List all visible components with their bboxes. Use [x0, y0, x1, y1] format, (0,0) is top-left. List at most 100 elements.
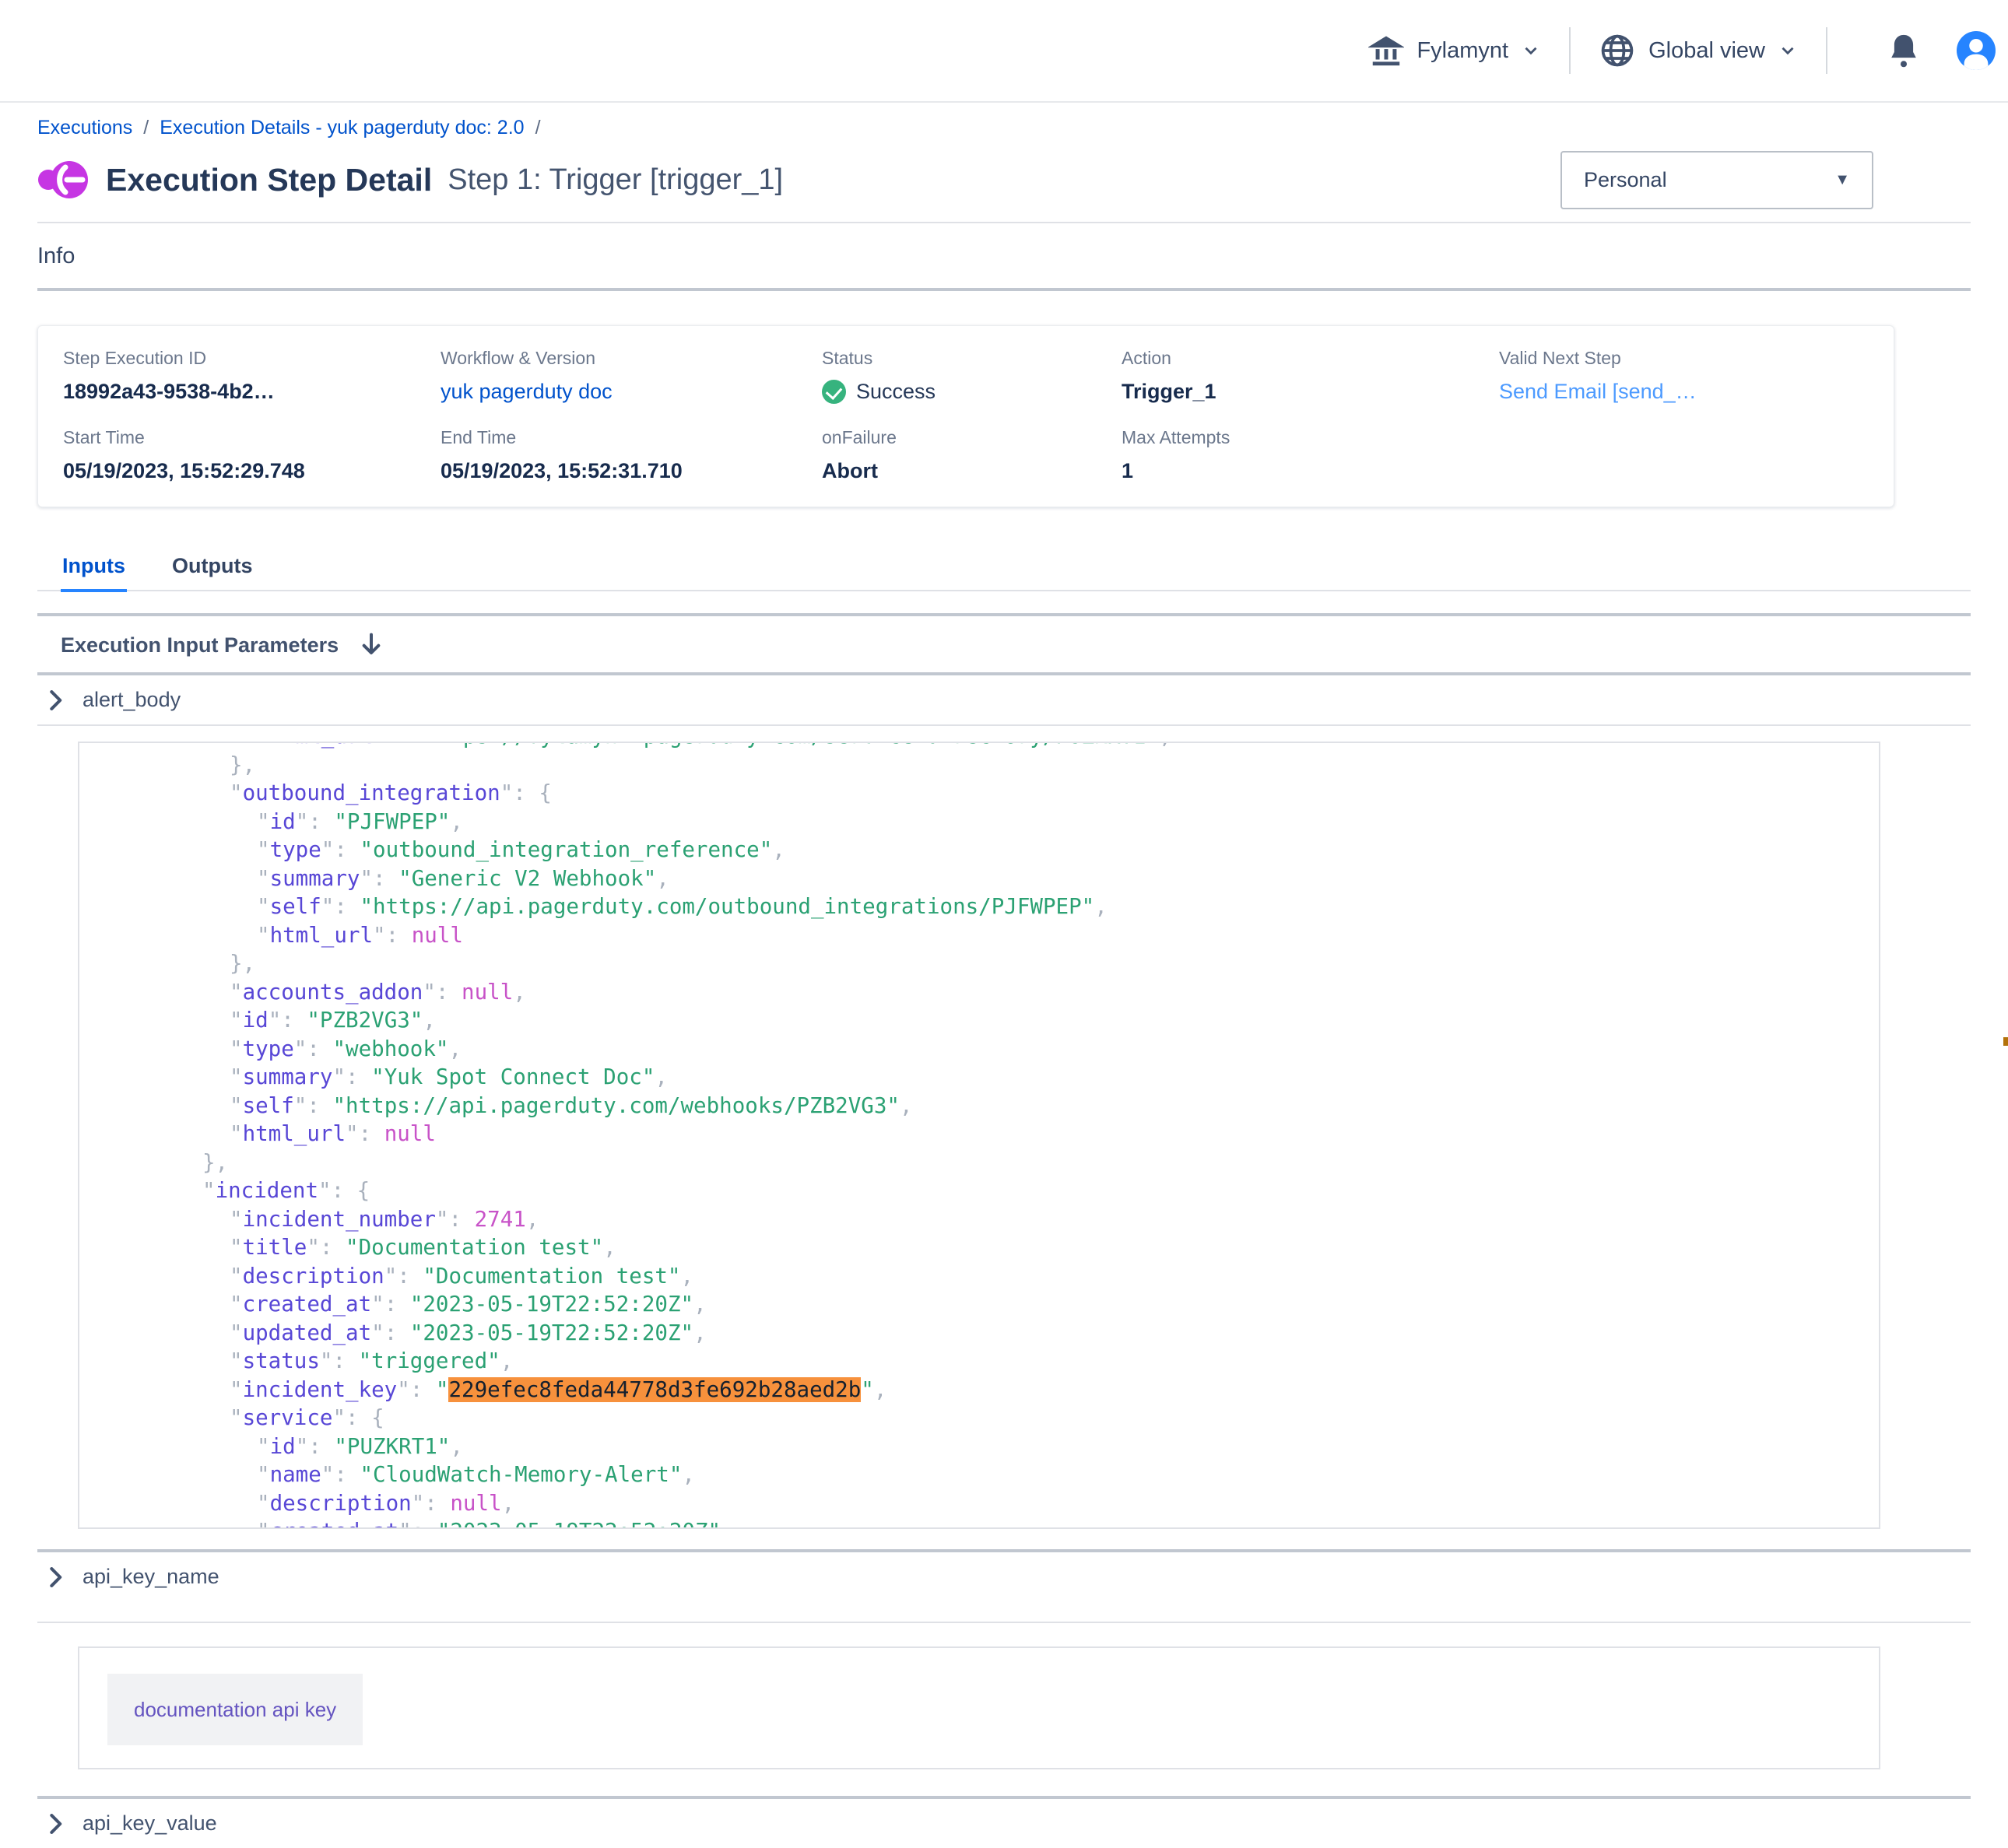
- code-token: "Yuk Spot Connect Doc": [371, 1064, 655, 1089]
- scope-select[interactable]: Personal ▼: [1560, 151, 1873, 209]
- code-token: name: [270, 1462, 321, 1487]
- globe-icon: [1599, 32, 1636, 69]
- code-token: incident_number: [243, 1207, 436, 1232]
- code-token: },: [230, 951, 255, 976]
- code-token: ": [257, 809, 270, 834]
- breadcrumb-link[interactable]: Execution Details - yuk pagerduty doc: 2…: [160, 117, 524, 139]
- code-token: "2023-05-19T22:52:20Z": [410, 1292, 693, 1317]
- tab-outputs[interactable]: Outputs: [170, 554, 254, 590]
- user-avatar[interactable]: [1957, 31, 1996, 70]
- tab-inputs[interactable]: Inputs: [61, 554, 127, 592]
- code-line: "accounts_addon": null,: [100, 978, 1879, 1007]
- alert-body-json-viewer[interactable]: " html_url ": "https://fylamynt.pagerduty.…: [78, 742, 1880, 1529]
- chevron-down-icon: [1521, 40, 1541, 61]
- code-token: ": [230, 1292, 243, 1317]
- api-key-name-chip[interactable]: documentation api key: [107, 1674, 363, 1745]
- code-token: "https://api.pagerduty.com/webhooks/PZB2…: [332, 1093, 899, 1118]
- status-text: Success: [856, 380, 936, 404]
- field-value: Success: [822, 380, 1122, 404]
- code-line: "incident": {: [100, 1176, 1879, 1205]
- code-token: ,: [1159, 742, 1172, 749]
- code-token: html_url: [270, 742, 373, 749]
- code-token: ":: [307, 1235, 346, 1260]
- code-token: type: [270, 837, 321, 862]
- code-token: ,: [423, 1008, 436, 1033]
- code-token: outbound_integration: [243, 780, 500, 805]
- code-token: ,: [502, 1491, 515, 1516]
- code-token: ": [230, 1264, 243, 1289]
- topbar-divider: [1826, 27, 1827, 74]
- code-token: "PUZKRT1": [334, 1434, 450, 1459]
- field-label: Action: [1122, 348, 1499, 369]
- code-line: "type": "webhook",: [100, 1035, 1879, 1064]
- code-token: incident_key: [243, 1377, 398, 1402]
- field-label: Max Attempts: [1122, 427, 1499, 448]
- field-value[interactable]: yuk pagerduty doc: [441, 380, 822, 404]
- code-token: ":: [412, 1491, 451, 1516]
- code-token: ":: [269, 1008, 307, 1033]
- section-api-key-name[interactable]: api_key_name: [37, 1559, 1971, 1598]
- info-field: Workflow & Versionyuk pagerduty doc: [441, 348, 822, 404]
- code-line: "self": "https://api.pagerduty.com/outbo…: [100, 892, 1879, 921]
- code-token: updated_at: [243, 1320, 372, 1345]
- breadcrumb-separator: /: [535, 117, 541, 139]
- field-label: onFailure: [822, 427, 1122, 448]
- code-token: ": {: [318, 1178, 370, 1203]
- code-line: },: [100, 949, 1879, 978]
- code-token: ":: [346, 1121, 384, 1146]
- code-token: ":: [320, 1348, 359, 1373]
- code-token: ,: [681, 1264, 694, 1289]
- code-token: ": {: [500, 780, 552, 805]
- code-token: summary: [270, 866, 360, 891]
- code-token: id: [243, 1008, 269, 1033]
- info-field: Start Time05/19/2023, 15:52:29.748: [63, 427, 441, 483]
- page-header: Execution Step Detail Step 1: Trigger [t…: [37, 149, 1971, 211]
- code-line: "created_at": "2023-05-19T22:52:20Z",: [100, 1517, 1879, 1529]
- chevron-right-icon: [47, 1813, 64, 1835]
- code-token: ":: [397, 1377, 436, 1402]
- code-line: },: [100, 751, 1879, 780]
- chevron-down-icon: [1778, 40, 1798, 61]
- code-token: "https://fylamynt.pagerduty.com/service-…: [412, 742, 1159, 749]
- code-token: ,: [450, 1434, 463, 1459]
- code-token: ,: [693, 1292, 707, 1317]
- section-label: api_key_name: [82, 1565, 219, 1589]
- field-value: 18992a43-9538-4b2…: [63, 380, 441, 404]
- download-arrow-icon[interactable]: [359, 631, 384, 659]
- divider: [37, 1549, 1971, 1552]
- section-api-key-value[interactable]: api_key_value: [37, 1805, 1971, 1845]
- breadcrumb-link[interactable]: Executions: [37, 117, 132, 139]
- section-alert-body[interactable]: alert_body: [37, 682, 1971, 721]
- code-token: ,: [656, 866, 669, 891]
- notifications-bell-icon[interactable]: [1887, 32, 1921, 69]
- code-token: ,: [721, 1519, 734, 1529]
- code-token: ": [257, 1462, 270, 1487]
- code-token: ": [257, 1519, 270, 1529]
- code-token: self: [243, 1093, 294, 1118]
- info-field: End Time05/19/2023, 15:52:31.710: [441, 427, 822, 483]
- info-field: StatusSuccess: [822, 348, 1122, 404]
- code-token: ":: [373, 923, 412, 948]
- info-field: ActionTrigger_1: [1122, 348, 1499, 404]
- info-field: Valid Next StepSend Email [send_…: [1499, 348, 1894, 404]
- org-menu[interactable]: Fylamynt: [1368, 33, 1541, 68]
- code-token: ,: [655, 1064, 668, 1089]
- organization-bank-icon: [1368, 33, 1404, 68]
- code-line: "html_url": null: [100, 1120, 1879, 1148]
- code-token: ": [257, 1434, 270, 1459]
- code-token: ,: [526, 1207, 539, 1232]
- code-token: ":: [321, 837, 360, 862]
- code-line: "id": "PUZKRT1",: [100, 1432, 1879, 1461]
- global-view-menu[interactable]: Global view: [1599, 32, 1798, 69]
- topbar-divider: [1569, 27, 1571, 74]
- code-token: id: [270, 809, 296, 834]
- code-token: description: [270, 1491, 412, 1516]
- code-token: ":: [371, 1292, 410, 1317]
- code-token: summary: [243, 1064, 333, 1089]
- code-token: created_at: [270, 1519, 399, 1529]
- code-token: ": [230, 1320, 243, 1345]
- code-token: ": [861, 1377, 874, 1402]
- code-token: ": [257, 923, 270, 948]
- field-value[interactable]: Send Email [send_…: [1499, 380, 1894, 404]
- org-menu-label: Fylamynt: [1416, 38, 1508, 64]
